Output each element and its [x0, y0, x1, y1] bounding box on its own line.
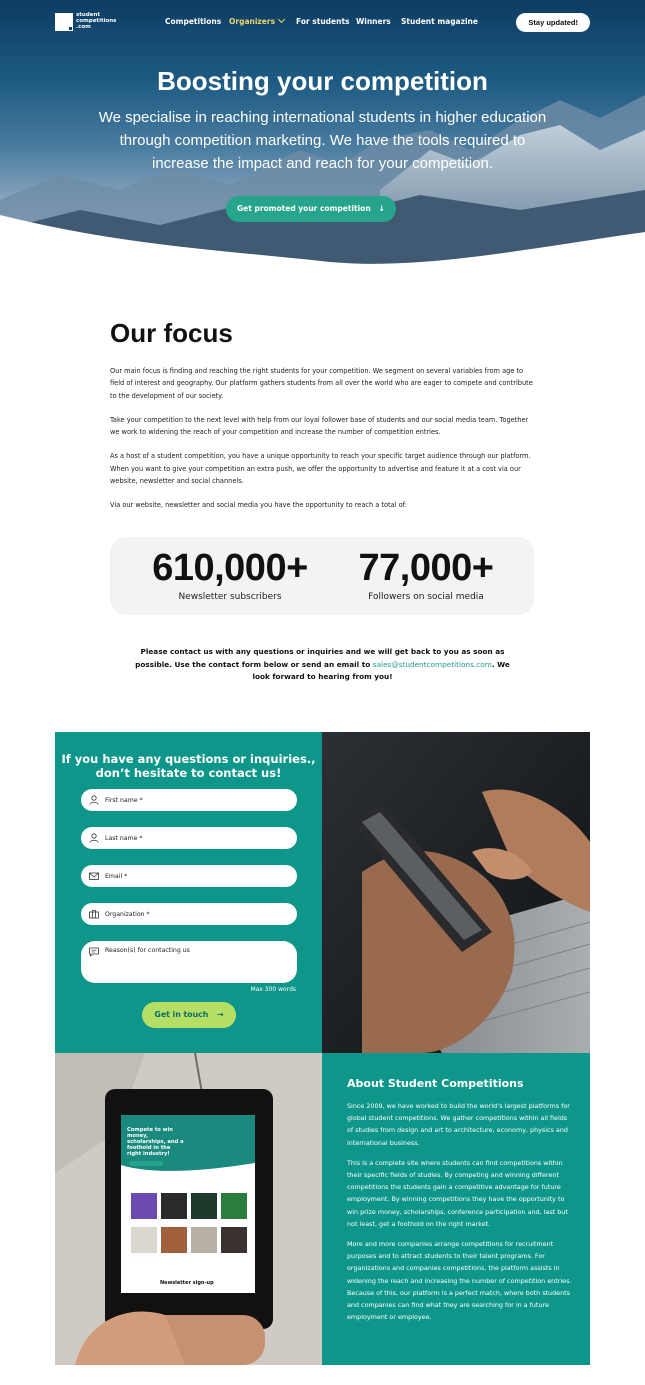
max-words-hint: Max 300 words	[250, 986, 296, 993]
first-name-field[interactable]: First name *	[81, 789, 297, 811]
about-section: About Student Competitions Since 2009, w…	[322, 1053, 590, 1365]
tablet-photo-illustration	[55, 1053, 322, 1365]
chat-bubble-icon	[89, 947, 99, 957]
our-focus-section: Our focus Our main focus is finding and …	[110, 318, 535, 524]
arrow-down-icon: ↓	[378, 204, 385, 213]
focus-paragraph: As a host of a student competition, you …	[110, 452, 531, 486]
contact-note: Please contact us with any questions or …	[130, 646, 515, 684]
about-paragraph: More and more companies arrange competit…	[347, 1240, 572, 1322]
stat-value: 610,000+	[152, 547, 308, 589]
tablet-photo: Compete to win money, scholarships, and …	[55, 1053, 322, 1365]
organization-placeholder: Organization *	[105, 910, 150, 918]
nav-for-students[interactable]: For students	[296, 17, 350, 26]
hero-subtitle: We specialise in reaching international …	[98, 109, 547, 172]
chevron-down-icon	[277, 15, 286, 24]
form-title: If you have any questions or inquiries.,…	[61, 752, 316, 780]
briefcase-icon	[89, 910, 99, 919]
hero-title: Boosting your competition	[157, 66, 488, 96]
last-name-placeholder: Last name *	[105, 834, 143, 842]
first-name-placeholder: First name *	[105, 796, 143, 804]
logo-mark-icon	[55, 13, 73, 31]
focus-paragraph: Take your competition to the next level …	[110, 415, 529, 437]
last-name-field[interactable]: Last name *	[81, 827, 297, 849]
get-promoted-label: Get promoted your competition	[237, 204, 371, 213]
stat-value: 77,000+	[358, 547, 494, 589]
stat-newsletter: 610,000+ Newsletter subscribers	[144, 547, 316, 602]
reach-stats-card: 610,000+ Newsletter subscribers 77,000+ …	[110, 537, 534, 615]
phone-in-hands-photo	[322, 732, 590, 1053]
reason-placeholder: Reason(s) for contacting us	[105, 947, 190, 954]
email-field[interactable]: Email *	[81, 865, 297, 887]
stat-label: Newsletter subscribers	[178, 592, 282, 602]
organization-field[interactable]: Organization *	[81, 903, 297, 925]
stat-social: 77,000+ Followers on social media	[342, 547, 510, 602]
reason-textarea[interactable]: Reason(s) for contacting us	[81, 941, 297, 983]
about-title: About Student Competitions	[347, 1077, 524, 1090]
focus-paragraph: Our main focus is finding and reaching t…	[110, 367, 533, 400]
get-in-touch-button[interactable]: Get in touch →	[142, 1002, 236, 1028]
email-placeholder: Email *	[105, 872, 128, 880]
site-logo[interactable]: student competitions .com	[55, 12, 117, 31]
top-navigation: student competitions .com Competitions O…	[0, 12, 645, 34]
focus-title: Our focus	[110, 318, 233, 348]
about-paragraph: This is a complete site where students c…	[347, 1158, 568, 1228]
nav-student-magazine[interactable]: Student magazine	[401, 17, 478, 26]
focus-paragraph: Via our website, newsletter and social m…	[110, 501, 407, 510]
person-icon	[89, 795, 99, 805]
sales-email-link[interactable]: sales@studentcompetitions.com	[373, 660, 492, 669]
about-paragraph: Since 2009, we have worked to build the …	[347, 1102, 570, 1147]
stay-updated-button[interactable]: Stay updated!	[516, 13, 590, 32]
get-in-touch-label: Get in touch	[154, 1010, 209, 1019]
nav-competitions[interactable]: Competitions	[165, 17, 221, 26]
hero-section: student competitions .com Competitions O…	[0, 0, 645, 270]
person-icon	[89, 833, 99, 843]
nav-organizers-label: Organizers	[229, 17, 276, 26]
nav-winners[interactable]: Winners	[356, 17, 391, 26]
get-promoted-button[interactable]: Get promoted your competition ↓	[226, 196, 396, 222]
nav-organizers[interactable]: Organizers	[229, 15, 286, 26]
logo-text: student competitions .com	[76, 12, 117, 30]
envelope-icon	[89, 872, 99, 880]
stat-label: Followers on social media	[368, 592, 484, 602]
tablet-hero-text: Compete to win money, scholarships, and …	[127, 1127, 184, 1157]
arrow-right-icon: →	[217, 1010, 224, 1019]
tablet-newsletter-label: Newsletter sign-up	[160, 1280, 214, 1286]
phone-photo-illustration	[322, 732, 590, 1053]
